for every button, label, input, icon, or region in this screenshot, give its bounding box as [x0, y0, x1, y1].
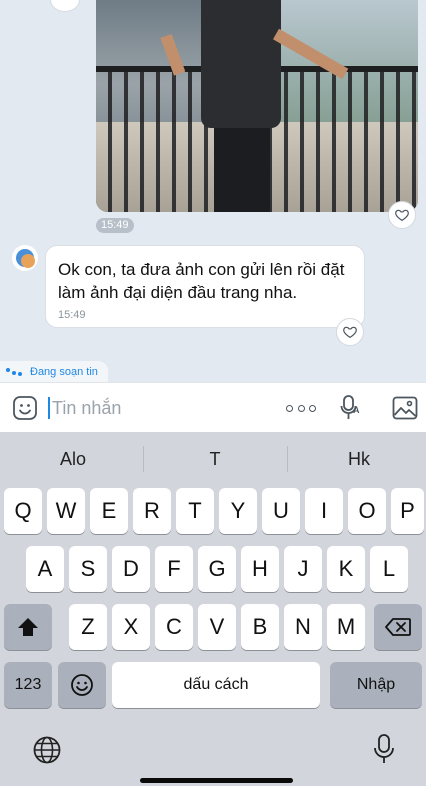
home-indicator[interactable]	[140, 778, 293, 783]
key-w[interactable]: W	[47, 488, 85, 534]
message-text: Ok con, ta đưa ảnh con gửi lên rồi đặt l…	[58, 260, 345, 302]
key-x[interactable]: X	[112, 604, 150, 650]
space-key[interactable]: dấu cách	[112, 662, 320, 708]
key-f[interactable]: F	[155, 546, 193, 592]
key-z[interactable]: Z	[69, 604, 107, 650]
shift-arrow-icon	[18, 618, 38, 636]
chat-area: 15:49 Ok con, ta đưa ảnh con gửi lên rồi…	[0, 0, 426, 382]
key-g[interactable]: G	[198, 546, 236, 592]
key-n[interactable]: N	[284, 604, 322, 650]
image-icon[interactable]	[392, 395, 418, 421]
key-j[interactable]: J	[284, 546, 322, 592]
key-p[interactable]: P	[391, 488, 424, 534]
key-d[interactable]: D	[112, 546, 150, 592]
key-q[interactable]: Q	[4, 488, 42, 534]
photo-person-shirt	[201, 0, 281, 128]
photo-timestamp: 15:49	[96, 218, 134, 233]
text-cursor	[48, 397, 50, 419]
backspace-key[interactable]	[374, 604, 422, 650]
key-s[interactable]: S	[69, 546, 107, 592]
heart-icon	[343, 326, 357, 339]
heart-reaction-button[interactable]	[388, 201, 416, 229]
heart-icon	[395, 209, 409, 222]
globe-icon[interactable]	[32, 735, 62, 765]
key-k[interactable]: K	[327, 546, 365, 592]
key-o[interactable]: O	[348, 488, 386, 534]
shift-key[interactable]	[4, 604, 52, 650]
more-options-icon[interactable]	[286, 397, 316, 419]
key-e[interactable]: E	[90, 488, 128, 534]
dictation-mic-icon[interactable]	[371, 733, 397, 765]
key-h[interactable]: H	[241, 546, 279, 592]
typing-label: Đang soạn tin	[30, 365, 98, 378]
message-bubble[interactable]: Ok con, ta đưa ảnh con gửi lên rồi đặt l…	[45, 245, 365, 328]
backspace-icon	[385, 618, 411, 636]
key-r[interactable]: R	[133, 488, 171, 534]
reaction-button-top[interactable]	[50, 0, 80, 12]
avatar-shape	[21, 254, 35, 268]
sticker-icon[interactable]	[12, 395, 38, 421]
sender-avatar[interactable]	[12, 245, 38, 271]
key-l[interactable]: L	[370, 546, 408, 592]
key-b[interactable]: B	[241, 604, 279, 650]
typing-dots-icon	[4, 367, 22, 377]
message-input-bar: Tin nhắn A	[0, 382, 426, 432]
key-v[interactable]: V	[198, 604, 236, 650]
voice-to-text-icon[interactable]: A	[340, 394, 362, 422]
emoji-key[interactable]	[58, 662, 106, 708]
photo-message[interactable]	[96, 0, 418, 212]
message-timestamp: 15:49	[58, 309, 86, 321]
suggestion-item[interactable]: Hk	[288, 432, 426, 486]
key-y[interactable]: Y	[219, 488, 257, 534]
numbers-key[interactable]: 123	[4, 662, 52, 708]
suggestion-bar: Alo T Hk	[0, 432, 426, 486]
key-m[interactable]: M	[327, 604, 365, 650]
key-t[interactable]: T	[176, 488, 214, 534]
typing-indicator: Đang soạn tin	[0, 361, 108, 382]
suggestion-item[interactable]: T	[144, 432, 286, 486]
heart-reaction-button[interactable]	[336, 318, 364, 346]
key-a[interactable]: A	[26, 546, 64, 592]
photo-person-pants	[214, 124, 270, 212]
return-key[interactable]: Nhập	[330, 662, 422, 708]
message-input[interactable]: Tin nhắn	[52, 396, 121, 420]
svg-text:A: A	[353, 405, 360, 415]
key-c[interactable]: C	[155, 604, 193, 650]
key-i[interactable]: I	[305, 488, 343, 534]
suggestion-item[interactable]: Alo	[2, 432, 144, 486]
emoji-icon	[71, 674, 93, 696]
key-u[interactable]: U	[262, 488, 300, 534]
keyboard: Alo T Hk Q W E R T Y U I O P A S D F G H…	[0, 432, 426, 786]
